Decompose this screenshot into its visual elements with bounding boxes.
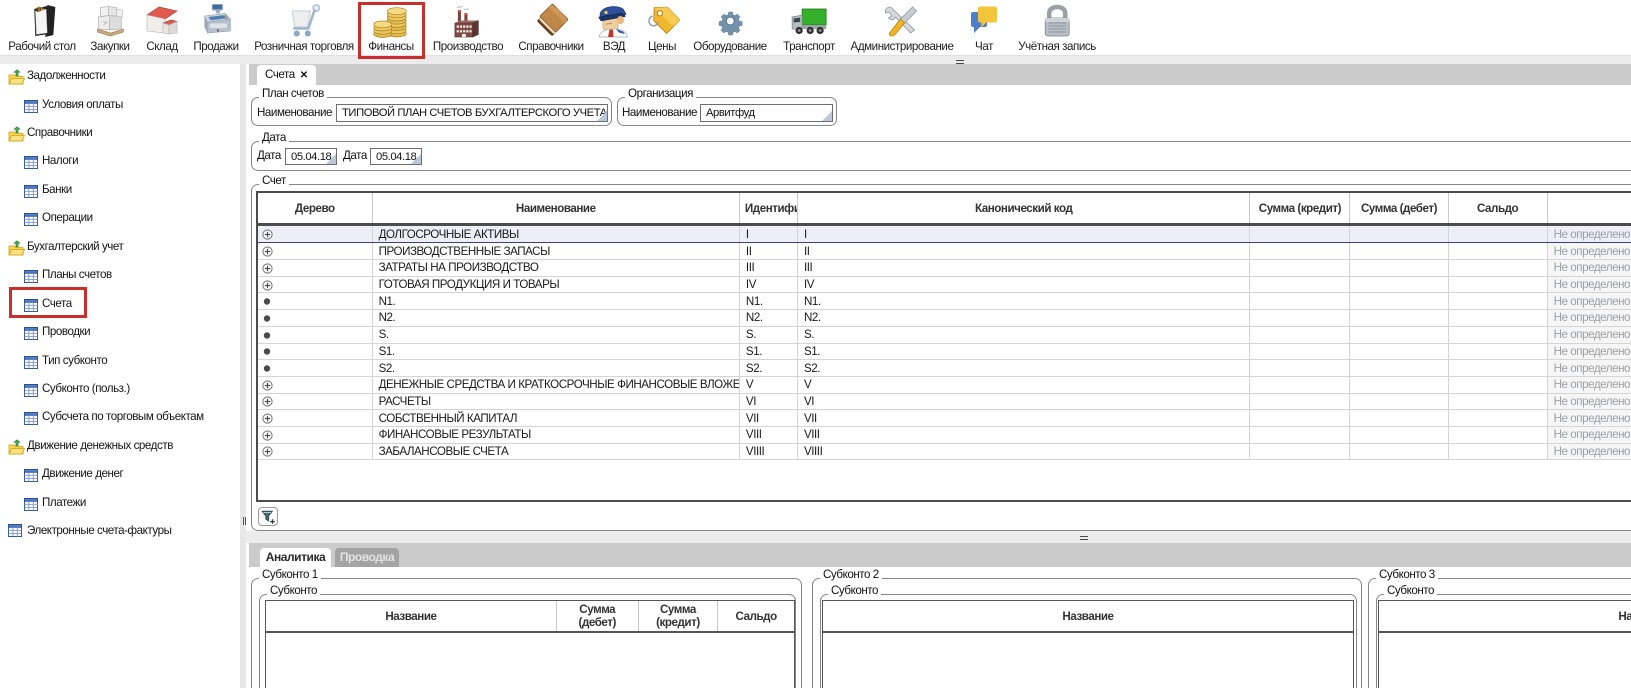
svg-text:9e: 9e [37,7,44,13]
